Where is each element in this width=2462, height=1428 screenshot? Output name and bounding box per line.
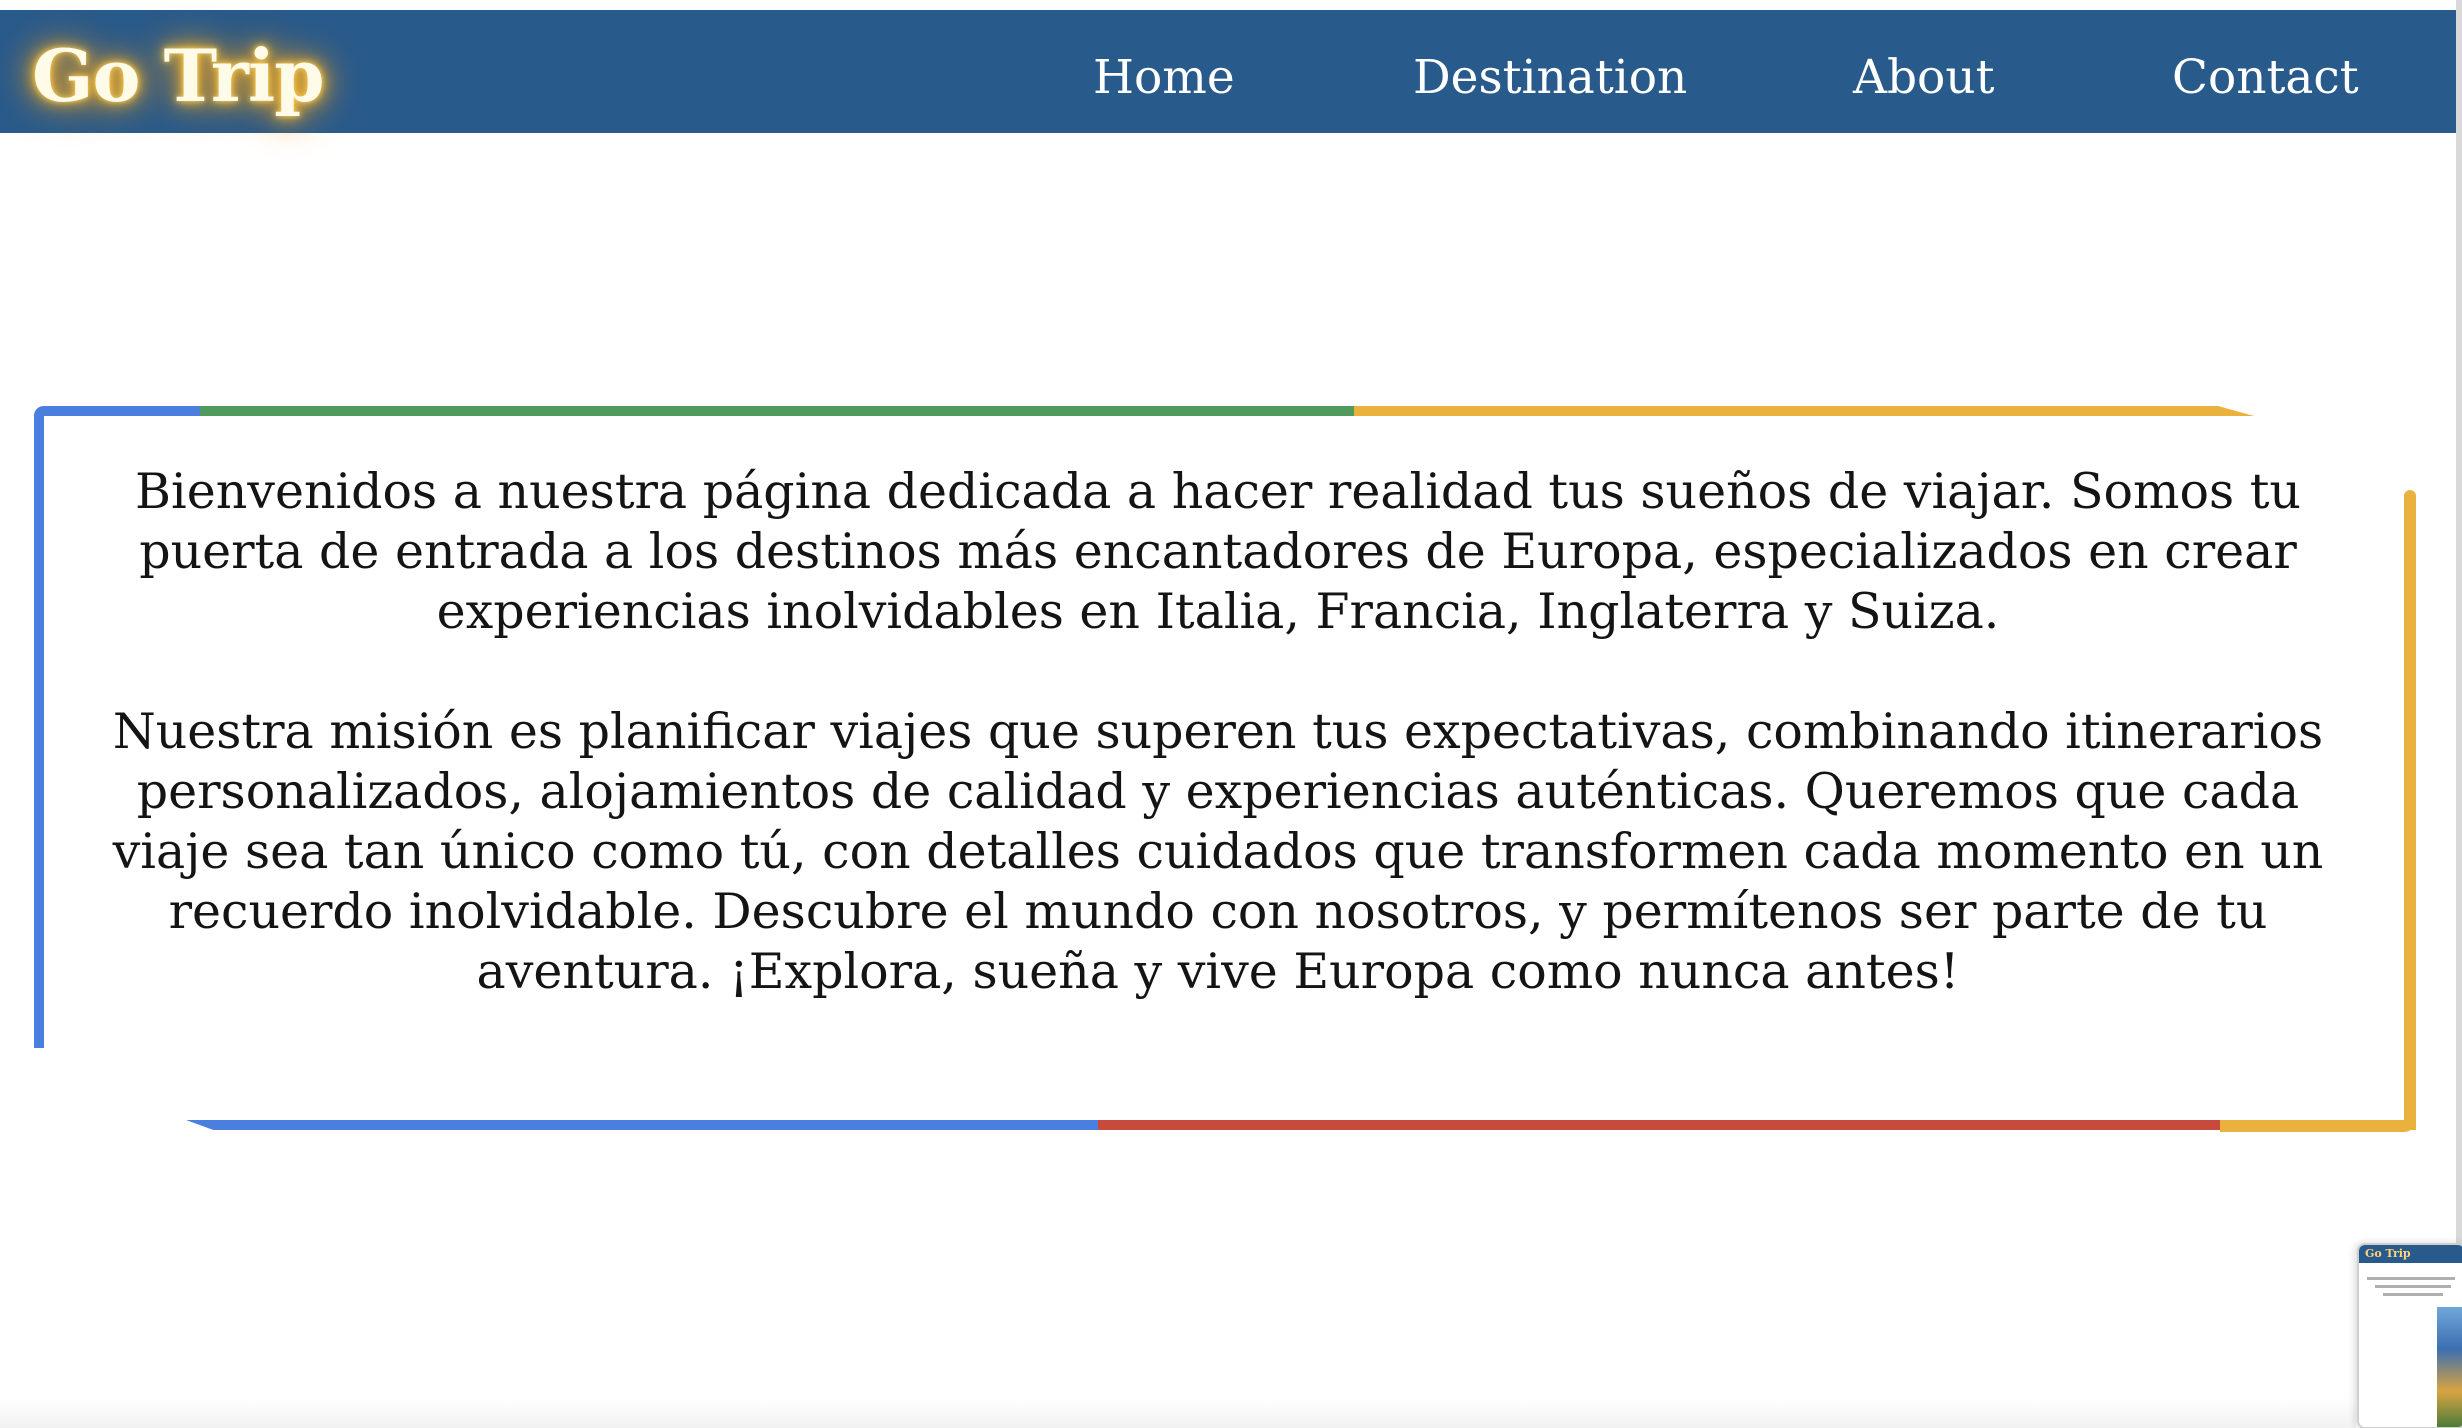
- thumbnail-text-line: [2383, 1293, 2443, 1296]
- thumbnail-text-line: [2375, 1285, 2451, 1288]
- welcome-text: Bienvenidos a nuestra página dedicada a …: [88, 462, 2348, 1002]
- nav-about-link[interactable]: About: [1853, 48, 1994, 108]
- frame-top-green-segment: [200, 406, 1354, 416]
- nav-home-link[interactable]: Home: [1093, 48, 1235, 108]
- thumbnail-image: [2437, 1307, 2462, 1427]
- top-strip: [0, 0, 2462, 10]
- frame-bottom-yellow-segment: [2220, 1120, 2416, 1132]
- thumbnail-text-line: [2367, 1277, 2455, 1280]
- bottom-shade: [0, 1398, 2356, 1428]
- thumbnail-navbar: Go Trip: [2359, 1245, 2462, 1263]
- welcome-paragraph-intro: Bienvenidos a nuestra página dedicada a …: [135, 463, 2301, 640]
- nav-destination-link[interactable]: Destination: [1413, 48, 1687, 108]
- frame-bottom-blue-segment: [186, 1120, 1100, 1130]
- frame-top-yellow-segment: [1354, 406, 2254, 416]
- frame-bottom-red-segment: [1098, 1120, 2248, 1130]
- frame-right-yellow-segment: [2404, 490, 2416, 1130]
- window-right-edge: [2456, 0, 2462, 1428]
- page-thumbnail-preview[interactable]: Go Trip: [2357, 1243, 2462, 1428]
- frame-left-blue-segment: [34, 406, 44, 1048]
- thumbnail-logo: Go Trip: [2365, 1247, 2411, 1260]
- nav-contact-link[interactable]: Contact: [2172, 48, 2359, 108]
- welcome-paragraph-mission: Nuestra misión es planificar viajes que …: [112, 703, 2324, 1000]
- logo[interactable]: Go Trip: [32, 36, 325, 116]
- navbar: Go Trip Home Destination About Contact: [0, 10, 2462, 133]
